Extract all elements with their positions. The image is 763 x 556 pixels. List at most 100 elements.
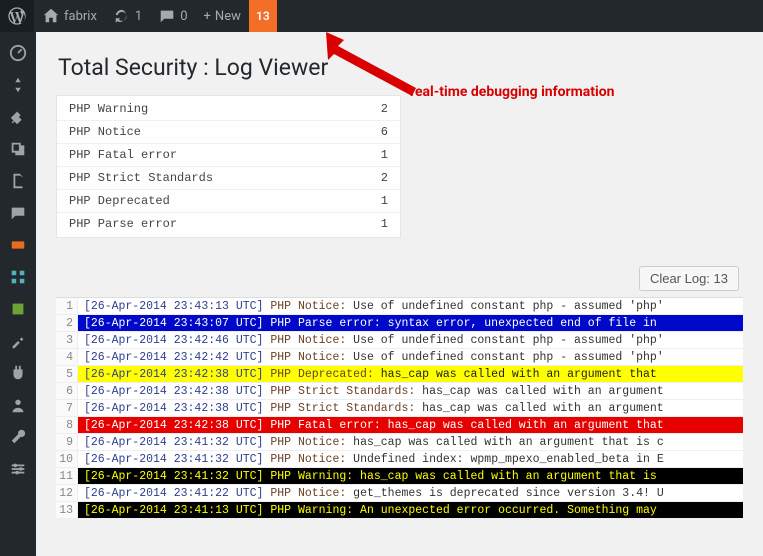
summary-row: PHP Warning2 <box>57 98 400 121</box>
log-row: 9[26-Apr-2014 23:41:32 UTC] PHP Notice: … <box>56 434 743 451</box>
main-content: Total Security : Log Viewer PHP Warning2… <box>36 32 763 556</box>
log-row: 3[26-Apr-2014 23:42:46 UTC] PHP Notice: … <box>56 332 743 349</box>
comments-icon[interactable] <box>1 198 35 228</box>
log-line-number: 11 <box>56 468 78 484</box>
summary-label: PHP Parse error <box>69 217 364 231</box>
summary-count: 1 <box>364 217 388 231</box>
log-row: 4[26-Apr-2014 23:42:42 UTC] PHP Notice: … <box>56 349 743 366</box>
log-message: syntax error, unexpected end of file in <box>381 317 657 330</box>
log-message: get_themes is deprecated since version 3… <box>346 487 663 500</box>
log-row: 8[26-Apr-2014 23:42:38 UTC] PHP Fatal er… <box>56 417 743 434</box>
log-level: PHP Warning: <box>263 470 353 483</box>
log-level: PHP Notice: <box>263 453 346 466</box>
log-row: 7 [26-Apr-2014 23:42:38 UTC] PHP Strict S… <box>56 400 743 417</box>
grid-icon[interactable] <box>1 262 35 292</box>
log-line-number: 2 <box>56 315 78 331</box>
log-level: PHP Notice: <box>263 436 346 449</box>
log-line-text: [26-Apr-2014 23:41:13 UTC] PHP Warning: … <box>78 502 743 518</box>
summary-count: 1 <box>364 194 388 208</box>
log-message: Use of undefined constant php - assumed … <box>346 334 663 347</box>
summary-row: PHP Notice6 <box>57 121 400 144</box>
users-icon[interactable] <box>1 390 35 420</box>
settings-icon[interactable] <box>1 454 35 484</box>
summary-label: PHP Warning <box>69 102 364 116</box>
pin-icon[interactable] <box>1 102 35 132</box>
log-row: 12[26-Apr-2014 23:41:22 UTC] PHP Notice:… <box>56 485 743 502</box>
adminbar: fabrix 1 0 + New 13 <box>0 0 763 32</box>
log-message: Use of undefined constant php - assumed … <box>346 351 663 364</box>
log-line-number: 9 <box>56 434 78 450</box>
media-icon[interactable] <box>1 134 35 164</box>
wordpress-icon <box>8 7 26 25</box>
log-line-text: [26-Apr-2014 23:41:22 UTC] PHP Notice: g… <box>78 485 743 501</box>
page-title: Total Security : Log Viewer <box>58 54 743 81</box>
pages-icon[interactable] <box>1 166 35 196</box>
new-content[interactable]: + New <box>196 0 249 32</box>
log-row: 13[26-Apr-2014 23:41:13 UTC] PHP Warning… <box>56 502 743 519</box>
log-line-text: [26-Apr-2014 23:41:32 UTC] PHP Warning: … <box>78 468 743 484</box>
plugins-icon[interactable] <box>1 358 35 388</box>
log-level: PHP Notice: <box>263 351 346 364</box>
clear-log-button[interactable]: Clear Log: 13 <box>639 266 739 291</box>
summary-count: 6 <box>364 125 388 139</box>
log-level: PHP Warning: <box>263 504 353 517</box>
log-line-number: 6 <box>56 383 78 399</box>
log-line-number: 7 <box>56 400 78 416</box>
log-level: PHP Strict Standards: <box>263 385 415 398</box>
alert-count: 13 <box>256 9 270 23</box>
log-timestamp: [26-Apr-2014 23:42:38 UTC] <box>84 402 263 415</box>
summary-count: 2 <box>364 102 388 116</box>
summary-row: PHP Strict Standards2 <box>57 167 400 190</box>
square-icon[interactable] <box>1 294 35 324</box>
refresh[interactable]: 1 <box>105 0 150 32</box>
comments[interactable]: 0 <box>150 0 195 32</box>
log-row: 11[26-Apr-2014 23:41:32 UTC] PHP Warning… <box>56 468 743 485</box>
log-row: 2[26-Apr-2014 23:43:07 UTC] PHP Parse er… <box>56 315 743 332</box>
log-line-text: [26-Apr-2014 23:41:32 UTC] PHP Notice: h… <box>78 434 743 450</box>
tools-icon[interactable] <box>1 422 35 452</box>
summary-label: PHP Deprecated <box>69 194 364 208</box>
log-line-text: [26-Apr-2014 23:42:46 UTC] PHP Notice: U… <box>78 332 743 348</box>
log-line-text: [26-Apr-2014 23:42:38 UTC] PHP Deprecate… <box>78 366 743 382</box>
site-name[interactable]: fabrix <box>34 0 105 32</box>
log-timestamp: [26-Apr-2014 23:42:38 UTC] <box>84 368 263 381</box>
log-line-number: 10 <box>56 451 78 467</box>
summary-table: PHP Warning2PHP Notice6PHP Fatal error1P… <box>56 95 401 238</box>
log-line-number: 8 <box>56 417 78 433</box>
log-timestamp: [26-Apr-2014 23:41:13 UTC] <box>84 504 263 517</box>
alert-count-badge[interactable]: 13 <box>249 0 277 32</box>
log-line-number: 3 <box>56 332 78 348</box>
log-line-text: [26-Apr-2014 23:43:07 UTC] PHP Parse err… <box>78 315 743 331</box>
log-timestamp: [26-Apr-2014 23:43:13 UTC] <box>84 300 263 313</box>
wp-logo[interactable] <box>0 0 34 32</box>
log-row: 5[26-Apr-2014 23:42:38 UTC] PHP Deprecat… <box>56 366 743 383</box>
log-timestamp: [26-Apr-2014 23:41:32 UTC] <box>84 453 263 466</box>
log-level: PHP Deprecated: <box>263 368 373 381</box>
log-line-number: 12 <box>56 485 78 501</box>
log-timestamp: [26-Apr-2014 23:42:42 UTC] <box>84 351 263 364</box>
log-line-text: [26-Apr-2014 23:43:13 UTC] PHP Notice: U… <box>78 298 743 314</box>
updates-icon[interactable] <box>1 70 35 100</box>
log-row: 1[26-Apr-2014 23:43:13 UTC] PHP Notice: … <box>56 298 743 315</box>
dashboard-icon[interactable] <box>1 38 35 68</box>
log-line-number: 1 <box>56 298 78 314</box>
log-level: PHP Notice: <box>263 300 346 313</box>
log-level: PHP Strict Standards: <box>263 402 415 415</box>
log-line-text: [26-Apr-2014 23:41:32 UTC] PHP Notice: U… <box>78 451 743 467</box>
warn-icon[interactable] <box>1 230 35 260</box>
log-timestamp: [26-Apr-2014 23:43:07 UTC] <box>84 317 263 330</box>
log-message: has_cap was called with an argument that… <box>346 436 663 449</box>
log-message: has_cap was called with an argument <box>415 402 663 415</box>
log-level: PHP Parse error: <box>263 317 380 330</box>
appearance-icon[interactable] <box>1 326 35 356</box>
log-timestamp: [26-Apr-2014 23:41:32 UTC] <box>84 436 263 449</box>
log-message: has_cap was called with an argument that… <box>353 470 657 483</box>
log-timestamp: [26-Apr-2014 23:42:38 UTC] <box>84 385 263 398</box>
log-line-number: 4 <box>56 349 78 365</box>
log-line-text: [26-Apr-2014 23:42:42 UTC] PHP Notice: U… <box>78 349 743 365</box>
comments-icon <box>158 7 176 25</box>
refresh-icon <box>113 7 131 25</box>
log-message: has_cap was called with an argument <box>415 385 663 398</box>
site-name-label: fabrix <box>64 9 97 24</box>
summary-count: 1 <box>364 148 388 162</box>
